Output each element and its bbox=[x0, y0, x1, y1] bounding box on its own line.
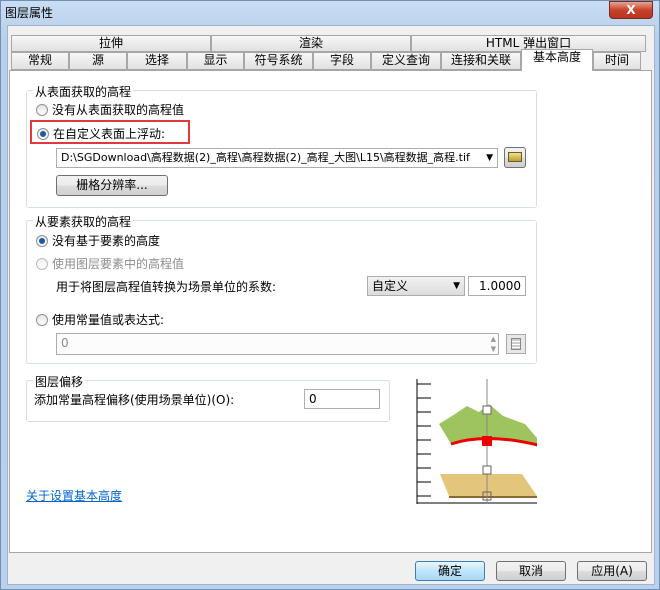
radio-icon bbox=[36, 258, 48, 270]
radio-expression[interactable]: 使用常量值或表达式: bbox=[36, 311, 164, 328]
spinner-icon[interactable]: ▲ ▼ bbox=[491, 334, 496, 354]
factor-input[interactable]: 1.0000 bbox=[468, 276, 526, 296]
chevron-down-icon: ▼ bbox=[486, 153, 493, 163]
apply-button[interactable]: 应用(A) bbox=[577, 561, 647, 581]
base-height-illustration bbox=[416, 379, 537, 504]
tab-general[interactable]: 常规 bbox=[11, 52, 69, 70]
ok-button[interactable]: 确定 bbox=[415, 561, 485, 581]
offset-group-legend: 图层偏移 bbox=[33, 373, 86, 390]
radio-label: 没有从表面获取的高程值 bbox=[52, 103, 185, 117]
tab-selection[interactable]: 选择 bbox=[127, 52, 187, 70]
chevron-down-icon: ▼ bbox=[453, 281, 460, 291]
calculator-icon bbox=[511, 338, 521, 350]
tab-base-heights[interactable]: 基本高度 bbox=[521, 49, 593, 71]
radio-selected-icon bbox=[36, 235, 48, 247]
tab-rendering[interactable]: 渲染 bbox=[211, 35, 411, 52]
tab-source[interactable]: 源 bbox=[69, 52, 127, 70]
radio-label: 没有基于要素的高度 bbox=[52, 234, 161, 248]
radio-layer-elevation[interactable]: 使用图层要素中的高程值 bbox=[36, 255, 184, 272]
window-title: 图层属性 bbox=[5, 6, 54, 20]
browse-button[interactable] bbox=[504, 147, 526, 168]
radio-label: 使用常量值或表达式: bbox=[52, 313, 165, 327]
close-button[interactable]: X bbox=[609, 1, 653, 19]
radio-label: 在自定义表面上浮动: bbox=[53, 127, 166, 141]
expression-input[interactable]: 0 ▲ ▼ bbox=[56, 333, 499, 355]
offset-input[interactable]: 0 bbox=[304, 389, 380, 409]
calculator-button[interactable] bbox=[506, 334, 526, 354]
surface-path-dropdown[interactable]: D:\SGDownload\高程数据(2)_高程\高程数据(2)_高程_大图\L… bbox=[56, 148, 498, 168]
tab-display[interactable]: 显示 bbox=[187, 52, 244, 70]
radio-icon bbox=[36, 314, 48, 326]
tab-fields[interactable]: 字段 bbox=[313, 52, 371, 70]
radio-no-surface[interactable]: 没有从表面获取的高程值 bbox=[36, 101, 184, 118]
surface-path-value: D:\SGDownload\高程数据(2)_高程\高程数据(2)_高程_大图\L… bbox=[61, 151, 470, 164]
base-heights-panel: 从表面获取的高程 没有从表面获取的高程值 在自定义表面上浮动: D:\SGDow… bbox=[9, 70, 652, 553]
unit-value: 自定义 bbox=[372, 279, 409, 293]
radio-custom-surface[interactable]: 在自定义表面上浮动: bbox=[30, 120, 190, 144]
tab-extrusion[interactable]: 拉伸 bbox=[11, 35, 211, 52]
radio-no-feature-height[interactable]: 没有基于要素的高度 bbox=[36, 232, 160, 249]
feature-group-legend: 从要素获取的高程 bbox=[33, 213, 134, 230]
unit-dropdown[interactable]: 自定义 ▼ bbox=[367, 276, 465, 296]
factor-label: 用于将图层高程值转换为场景单位的系数: bbox=[56, 280, 277, 294]
tab-time[interactable]: 时间 bbox=[593, 52, 641, 70]
expression-value: 0 bbox=[61, 336, 69, 350]
tab-joins-relates[interactable]: 连接和关联 bbox=[441, 52, 521, 70]
tab-symbology[interactable]: 符号系统 bbox=[244, 52, 313, 70]
radio-icon bbox=[36, 104, 48, 116]
surface-group-legend: 从表面获取的高程 bbox=[33, 83, 134, 100]
folder-open-icon bbox=[508, 151, 522, 162]
offset-label: 添加常量高程偏移(使用场景单位)(O): bbox=[34, 393, 235, 407]
raster-resolution-button[interactable]: 栅格分辨率... bbox=[56, 175, 168, 196]
radio-label: 使用图层要素中的高程值 bbox=[52, 257, 185, 271]
help-link[interactable]: 关于设置基本高度 bbox=[26, 487, 122, 504]
radio-selected-icon bbox=[37, 128, 49, 140]
layer-properties-window: 图层属性 X 拉伸 渲染 HTML 弹出窗口 常规 源 选择 显示 符号系统 字… bbox=[0, 0, 660, 590]
cancel-button[interactable]: 取消 bbox=[496, 561, 566, 581]
tab-definition-query[interactable]: 定义查询 bbox=[371, 52, 441, 70]
